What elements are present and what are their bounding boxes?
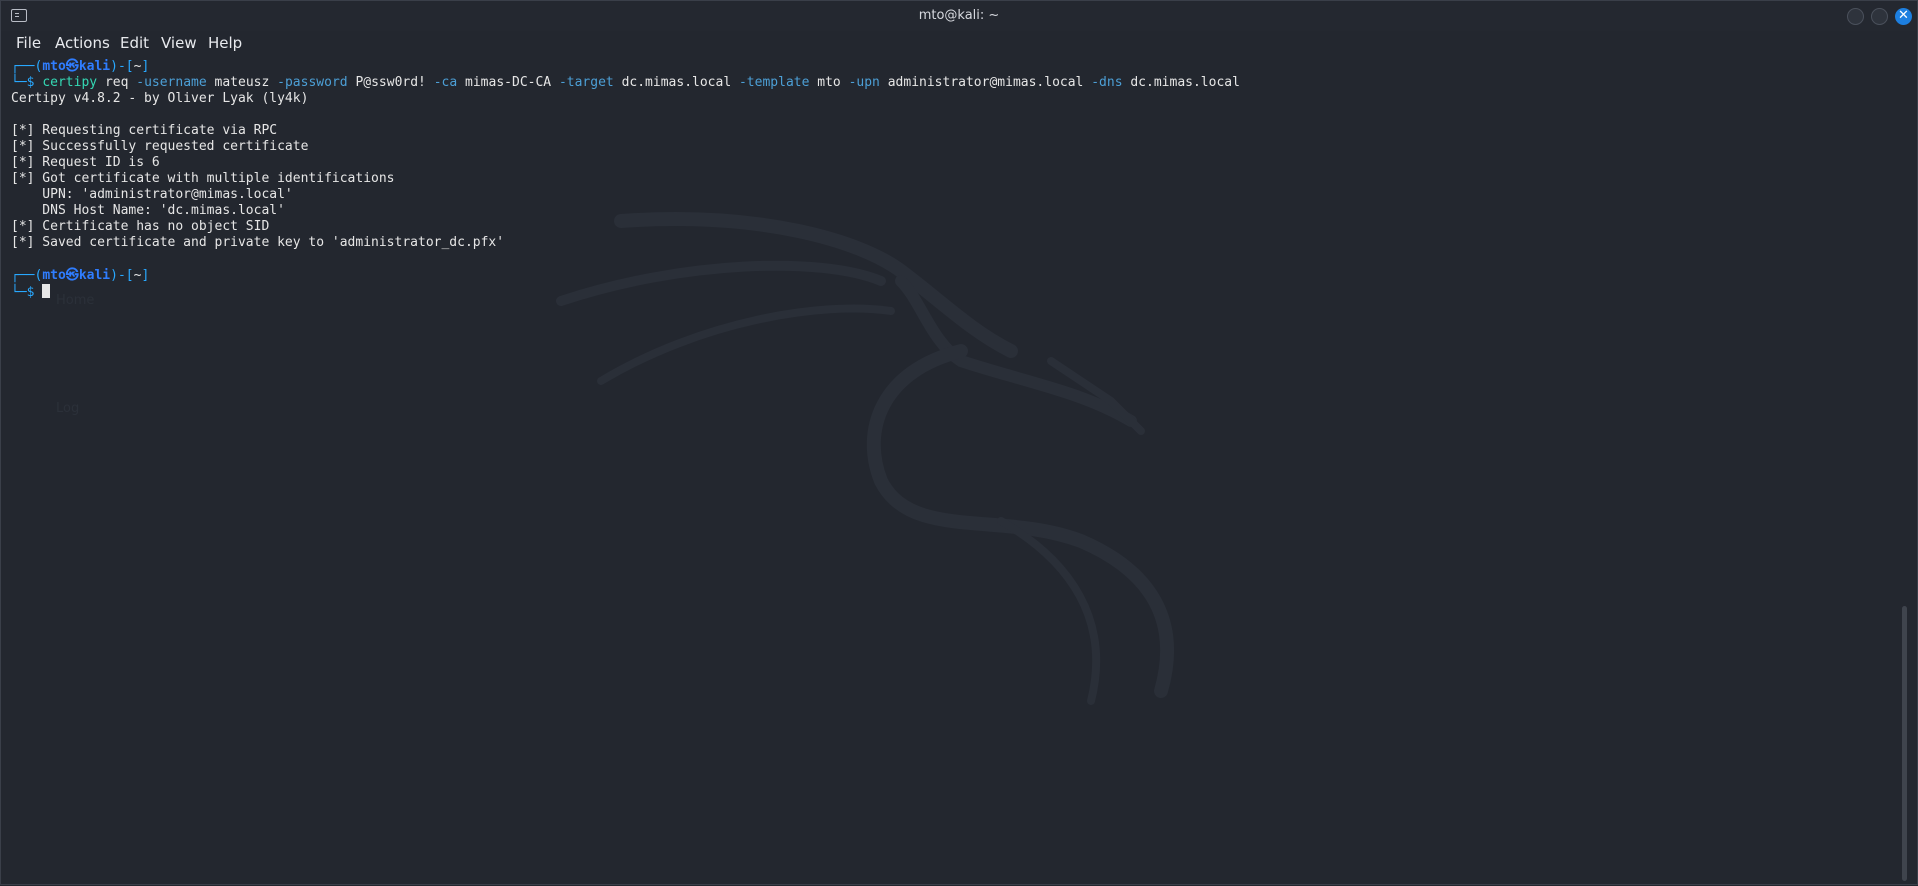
close-icon: ✕	[1898, 8, 1909, 23]
prompt-host: kali	[78, 268, 111, 283]
command-argument: req	[104, 75, 129, 90]
menu-edit[interactable]: Edit	[120, 34, 149, 52]
output-line: [*] Got certificate with multiple identi…	[11, 171, 395, 186]
command-option: -password	[277, 75, 348, 90]
prompt-frame: ┌──(	[11, 268, 43, 283]
scrollbar[interactable]	[1902, 606, 1907, 881]
prompt-line-2: ┌──(mto㉿kali)-[~]	[11, 268, 149, 284]
output-line: [*] Certificate has no object SID	[11, 219, 270, 234]
command-argument: mto	[817, 75, 841, 90]
command-argument: administrator@mimas.local	[887, 75, 1084, 90]
command-argument: P@ssw0rd!	[355, 75, 426, 90]
command-argument: mateusz	[214, 75, 270, 90]
output-banner: Certipy v4.8.2 - by Oliver Lyak (ly4k)	[11, 91, 309, 106]
title-bar: mto@kali: ~ ✕	[1, 1, 1917, 31]
menu-view[interactable]: View	[161, 34, 197, 52]
command-args: req -username mateusz -password P@ssw0rd…	[97, 75, 1240, 90]
prompt-line-1: ┌──(mto㉿kali)-[~]	[11, 59, 149, 75]
prompt-at-symbol: ㉿	[65, 268, 79, 283]
terminal-window: Home Log mto@kali: ~ ✕ File Actions Edit…	[0, 0, 1918, 885]
prompt-at-symbol: ㉿	[65, 59, 79, 74]
terminal-output[interactable]: ┌──(mto㉿kali)-[~] └─$ certipy req -usern…	[11, 58, 1887, 884]
command-option: -ca	[433, 75, 458, 90]
close-button[interactable]: ✕	[1895, 8, 1912, 25]
maximize-button[interactable]	[1871, 8, 1888, 25]
command-argument: dc.mimas.local	[1130, 75, 1240, 90]
command-binary: certipy	[42, 75, 98, 90]
minimize-button[interactable]	[1847, 8, 1864, 25]
command-option: -target	[558, 75, 614, 90]
command-option: -dns	[1091, 75, 1123, 90]
command-argument: dc.mimas.local	[621, 75, 732, 90]
prompt-frame: ]	[141, 268, 150, 283]
prompt-frame: ]	[141, 59, 150, 74]
command-option: -username	[136, 75, 207, 90]
prompt-frame: )-[	[110, 59, 134, 74]
command-line: └─$ certipy req -username mateusz -passw…	[11, 75, 1240, 91]
output-line: [*] Requesting certificate via RPC	[11, 123, 278, 138]
prompt-frame: ┌──(	[11, 59, 43, 74]
prompt-dollar: └─$	[11, 75, 35, 90]
command-option: -upn	[848, 75, 880, 90]
input-line[interactable]: └─$	[11, 284, 51, 300]
menu-file[interactable]: File	[16, 34, 41, 52]
prompt-host: kali	[78, 59, 111, 74]
prompt-dollar: └─$	[11, 285, 35, 300]
output-line: [*] Saved certificate and private key to…	[11, 235, 505, 250]
output-line: UPN: 'administrator@mimas.local'	[11, 187, 293, 202]
prompt-user: mto	[42, 268, 66, 283]
menu-help[interactable]: Help	[208, 34, 242, 52]
menu-bar: File Actions Edit View Help	[1, 31, 1917, 57]
command-argument: mimas-DC-CA	[465, 75, 552, 90]
output-line: DNS Host Name: 'dc.mimas.local'	[11, 203, 285, 218]
output-line: [*] Request ID is 6	[11, 155, 160, 170]
output-line: [*] Successfully requested certificate	[11, 139, 309, 154]
prompt-frame: )-[	[110, 268, 134, 283]
menu-actions[interactable]: Actions	[55, 34, 110, 52]
window-title: mto@kali: ~	[918, 8, 1000, 23]
text-cursor	[42, 284, 51, 298]
prompt-user: mto	[42, 59, 66, 74]
command-option: -template	[738, 75, 810, 90]
